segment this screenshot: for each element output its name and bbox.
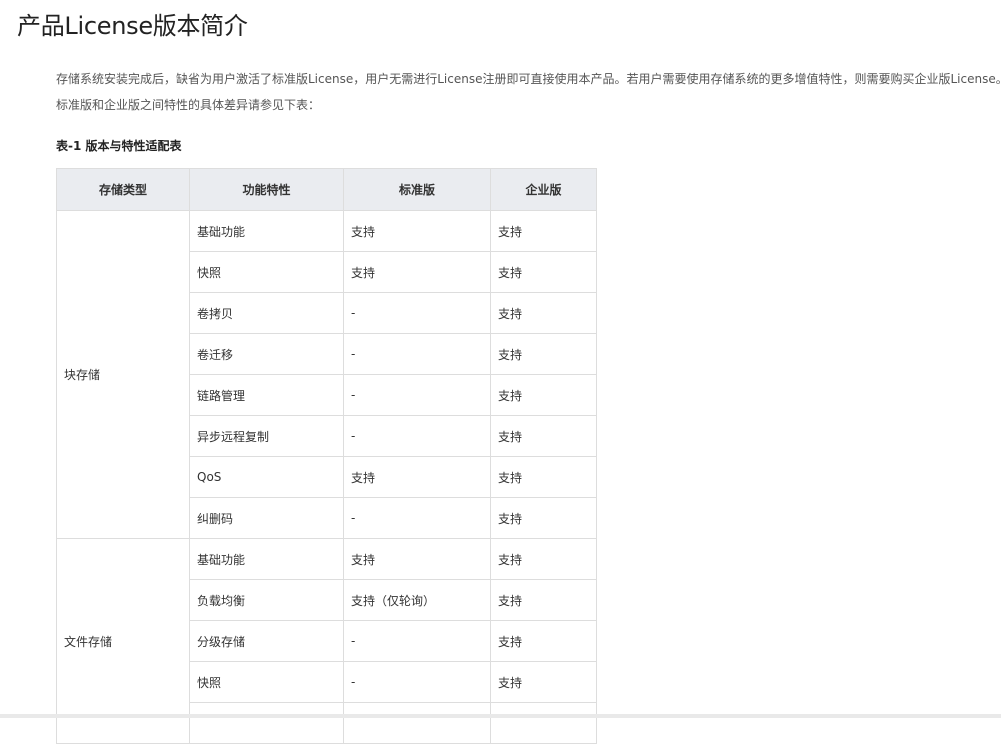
feature-cell: 快照 (189, 661, 344, 703)
storage-type-cell: 文件存储 (56, 538, 190, 744)
feature-table: 存储类型 功能特性 标准版 企业版 块存储 基础功能 支持 支持 快照 支持 支持 卷拷贝 - 支… (56, 168, 597, 744)
standard-cell: - (343, 333, 491, 375)
standard-cell (343, 702, 491, 744)
standard-cell: - (343, 374, 491, 416)
feature-cell: 纠删码 (189, 497, 344, 539)
enterprise-cell: 支持 (490, 374, 597, 416)
feature-cell: 基础功能 (189, 210, 344, 252)
feature-cell: 负载均衡 (189, 579, 344, 621)
enterprise-cell (490, 702, 597, 744)
feature-cell: 快照 (189, 251, 344, 293)
feature-cell: 卷迁移 (189, 333, 344, 375)
standard-cell: 支持（仅轮询） (343, 579, 491, 621)
enterprise-cell: 支持 (490, 333, 597, 375)
table-body: 块存储 基础功能 支持 支持 快照 支持 支持 卷拷贝 - 支持 卷迁移 - 支持 链路管理 - 支持 异步远程… (56, 210, 597, 744)
enterprise-cell: 支持 (490, 251, 597, 293)
header-storage-type: 存储类型 (56, 168, 190, 211)
feature-cell (189, 702, 344, 744)
intro-text: 存储系统安装完成后，缺省为用户激活了标准版License，用户无需进行Licen… (56, 66, 1001, 118)
feature-cell: 基础功能 (189, 538, 344, 580)
enterprise-cell: 支持 (490, 415, 597, 457)
enterprise-cell: 支持 (490, 661, 597, 703)
enterprise-cell: 支持 (490, 292, 597, 334)
table-caption: 表-1 版本与特性适配表 (56, 139, 182, 153)
feature-cell: 异步远程复制 (189, 415, 344, 457)
table-header-row: 存储类型 功能特性 标准版 企业版 (56, 168, 597, 211)
standard-cell: - (343, 620, 491, 662)
header-standard: 标准版 (343, 168, 491, 211)
header-enterprise: 企业版 (490, 168, 597, 211)
standard-cell: - (343, 497, 491, 539)
enterprise-cell: 支持 (490, 620, 597, 662)
header-feature: 功能特性 (189, 168, 344, 211)
standard-cell: - (343, 292, 491, 334)
bottom-scrollbar-track (0, 714, 1001, 718)
standard-cell: 支持 (343, 210, 491, 252)
table-row: 文件存储 基础功能 支持 支持 (56, 538, 597, 744)
feature-cell: 卷拷贝 (189, 292, 344, 334)
feature-cell: QoS (189, 456, 344, 498)
standard-cell: 支持 (343, 456, 491, 498)
table-row: 块存储 基础功能 支持 支持 (56, 210, 597, 539)
standard-cell: 支持 (343, 251, 491, 293)
feature-cell: 链路管理 (189, 374, 344, 416)
intro-paragraph-1: 存储系统安装完成后，缺省为用户激活了标准版License，用户无需进行Licen… (56, 72, 1001, 86)
enterprise-cell: 支持 (490, 579, 597, 621)
standard-cell: - (343, 415, 491, 457)
enterprise-cell: 支持 (490, 497, 597, 539)
feature-cell: 分级存储 (189, 620, 344, 662)
enterprise-cell: 支持 (490, 456, 597, 498)
enterprise-cell: 支持 (490, 538, 597, 580)
storage-type-cell: 块存储 (56, 210, 190, 539)
standard-cell: - (343, 661, 491, 703)
intro-paragraph-2: 标准版和企业版之间特性的具体差异请参见下表： (56, 98, 321, 112)
page-title: 产品License版本简介 (17, 12, 248, 40)
enterprise-cell: 支持 (490, 210, 597, 252)
standard-cell: 支持 (343, 538, 491, 580)
